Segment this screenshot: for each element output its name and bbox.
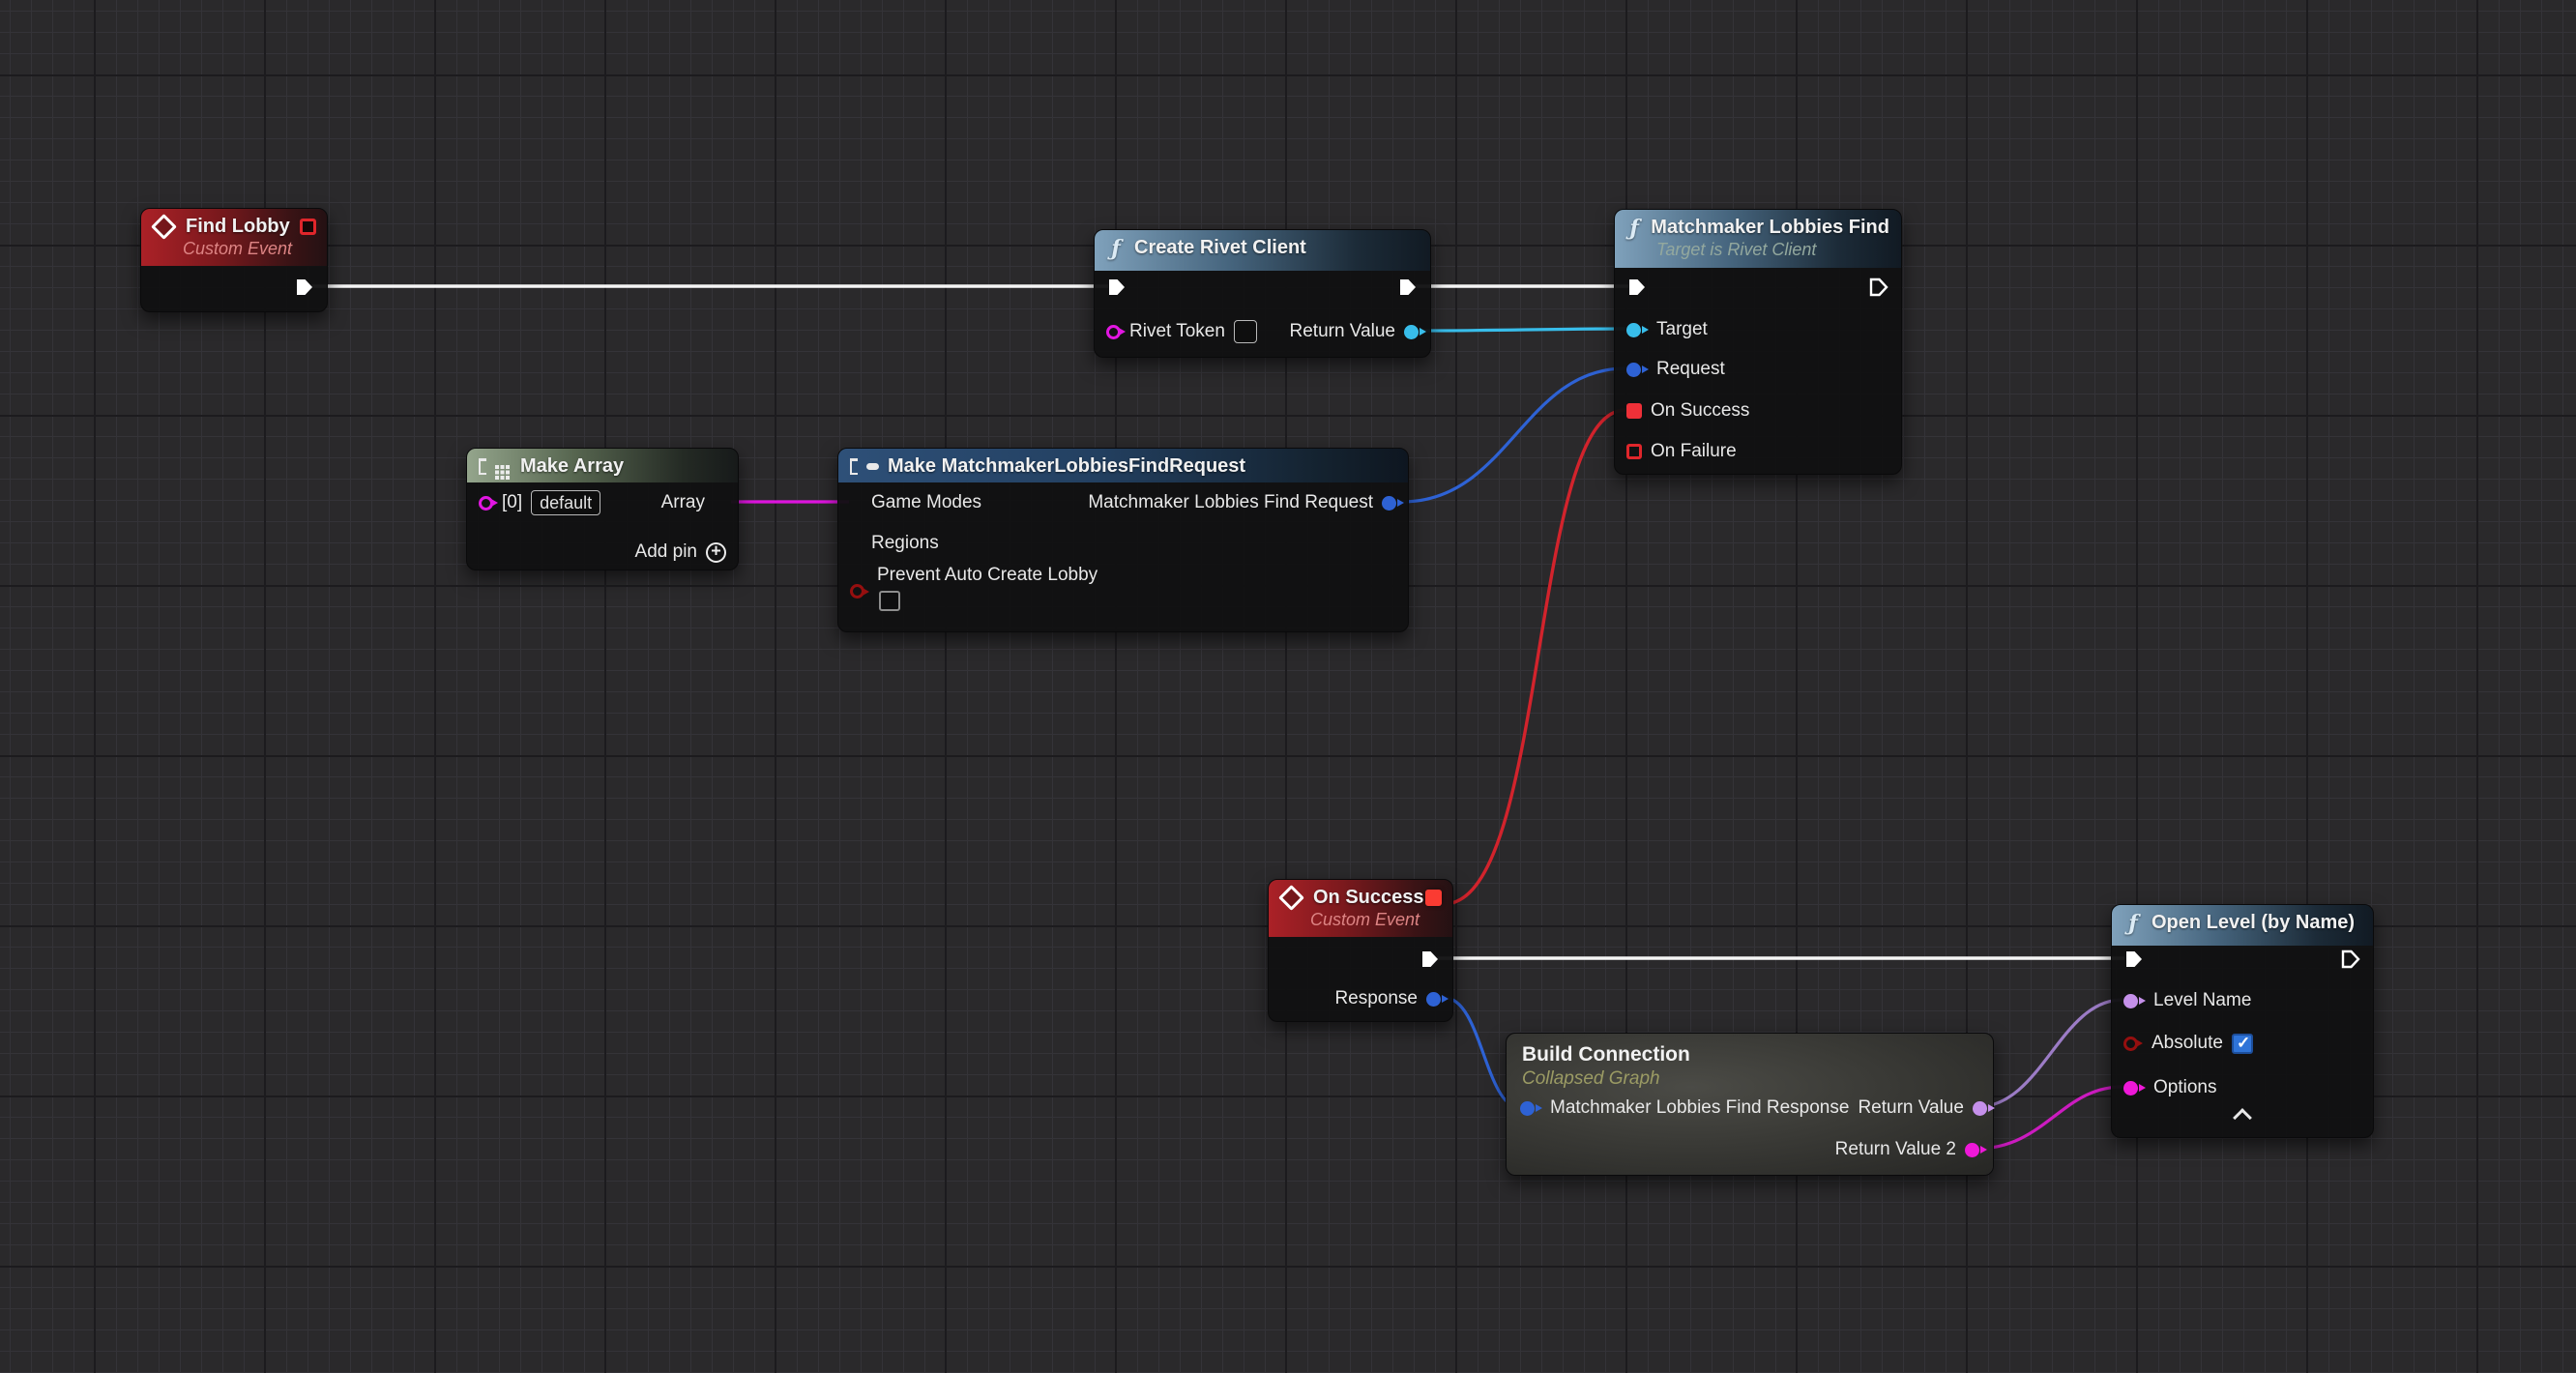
- options-pin[interactable]: [2123, 1081, 2138, 1095]
- wire-return-value-2-to-options[interactable]: [1976, 1087, 2122, 1149]
- custom-event-icon: [1278, 885, 1304, 911]
- array-element-0-input[interactable]: default: [531, 490, 600, 515]
- find-response-input-pin[interactable]: [1520, 1101, 1535, 1116]
- array-output-pin[interactable]: [714, 494, 726, 511]
- regions-pin[interactable]: [850, 535, 863, 552]
- pin-label: Response: [1334, 988, 1418, 1009]
- struct-pill-icon: [866, 463, 879, 470]
- pin-label: Regions: [871, 533, 939, 554]
- wire-return-value-to-target[interactable]: [1423, 329, 1625, 331]
- level-name-pin[interactable]: [2123, 994, 2138, 1008]
- node-title: Find Lobby: [186, 216, 290, 238]
- blueprint-graph-canvas[interactable]: Find Lobby Custom Event ƒ Create Rivet C…: [0, 0, 2576, 1373]
- exec-out-pin[interactable]: [1397, 277, 1419, 298]
- node-title: Build Connection: [1507, 1034, 1993, 1066]
- node-title: Create Rivet Client: [1134, 237, 1306, 259]
- struct-bracket-icon: [850, 458, 858, 475]
- node-subtitle: Collapsed Graph: [1507, 1066, 1993, 1090]
- rivet-token-pin[interactable]: [1106, 325, 1121, 339]
- absolute-pin[interactable]: [2123, 1037, 2138, 1051]
- prevent-auto-create-lobby-checkbox[interactable]: [879, 591, 900, 611]
- pin-label: Level Name: [2153, 990, 2251, 1011]
- node-build-connection[interactable]: Build Connection Collapsed Graph Matchma…: [1506, 1033, 1994, 1176]
- exec-in-pin[interactable]: [2123, 949, 2145, 970]
- node-on-success-event[interactable]: On Success Custom Event Response: [1268, 879, 1453, 1022]
- target-pin[interactable]: [1626, 323, 1641, 337]
- wire-on-success-delegate[interactable]: [1444, 410, 1625, 904]
- pin-label: Matchmaker Lobbies Find Request: [1088, 492, 1373, 513]
- pin-label: Array: [661, 492, 705, 513]
- pin-label: Prevent Auto Create Lobby: [877, 565, 1408, 586]
- add-pin-label: Add pin: [635, 541, 697, 563]
- return-value-pin[interactable]: [1404, 325, 1419, 339]
- find-request-output-pin[interactable]: [1382, 496, 1396, 511]
- node-find-lobby[interactable]: Find Lobby Custom Event: [140, 208, 328, 312]
- on-success-delegate-pin[interactable]: [1626, 403, 1642, 419]
- node-subtitle: Custom Event: [1310, 910, 1441, 930]
- node-make-array[interactable]: Make Array [0] default Array Add pin: [466, 448, 739, 570]
- rivet-token-input[interactable]: [1234, 320, 1257, 343]
- node-create-rivet-client[interactable]: ƒ Create Rivet Client Rivet Token Return…: [1094, 229, 1431, 358]
- request-pin[interactable]: [1626, 363, 1641, 377]
- response-pin[interactable]: [1426, 992, 1441, 1007]
- chevron-up-icon[interactable]: [2233, 1108, 2252, 1127]
- exec-in-pin[interactable]: [1626, 277, 1648, 298]
- array-element-0-pin[interactable]: [479, 496, 493, 511]
- pin-label: Request: [1656, 359, 1725, 380]
- pin-label: Absolute: [2152, 1033, 2223, 1054]
- delegate-output-pin[interactable]: [1425, 890, 1442, 906]
- pin-label: Matchmaker Lobbies Find Response: [1550, 1097, 1849, 1119]
- exec-out-pin[interactable]: [294, 277, 315, 298]
- pin-label: Return Value: [1858, 1097, 1964, 1119]
- node-open-level-by-name[interactable]: ƒ Open Level (by Name) Level Name Absolu…: [2111, 904, 2374, 1138]
- node-title: Make MatchmakerLobbiesFindRequest: [888, 455, 1245, 478]
- absolute-checkbox[interactable]: [2232, 1034, 2253, 1054]
- delegate-output-pin[interactable]: [300, 219, 316, 235]
- exec-in-pin[interactable]: [1106, 277, 1127, 298]
- function-icon: ƒ: [1626, 219, 1642, 237]
- pin-label: Return Value: [1290, 321, 1396, 342]
- array-grid-icon: [495, 465, 499, 469]
- pin-label: [0]: [502, 492, 522, 513]
- node-matchmaker-lobbies-find[interactable]: ƒ Matchmaker Lobbies Find Target is Rive…: [1614, 209, 1902, 475]
- pin-label: Options: [2153, 1077, 2216, 1098]
- return-value-pin[interactable]: [1973, 1101, 1987, 1116]
- on-failure-delegate-pin[interactable]: [1626, 444, 1642, 459]
- wire-layer: [0, 0, 2576, 1373]
- exec-out-pin[interactable]: [1420, 949, 1441, 970]
- return-value-2-pin[interactable]: [1965, 1143, 1979, 1157]
- prevent-auto-create-lobby-pin[interactable]: [850, 584, 864, 599]
- pin-label: Rivet Token: [1129, 321, 1225, 342]
- custom-event-icon: [151, 214, 177, 240]
- node-title: On Success: [1313, 887, 1424, 909]
- exec-out-pin[interactable]: [1868, 277, 1889, 298]
- pin-label: Game Modes: [871, 492, 981, 513]
- game-modes-pin[interactable]: [850, 494, 863, 511]
- add-pin-button[interactable]: [706, 542, 726, 563]
- node-subtitle: Target is Rivet Client: [1656, 240, 1889, 260]
- node-title: Make Array: [520, 455, 624, 478]
- pin-label: On Failure: [1651, 441, 1737, 462]
- array-bracket-icon: [479, 458, 486, 475]
- pin-label: Target: [1656, 319, 1708, 340]
- exec-out-pin[interactable]: [2340, 949, 2361, 970]
- node-make-matchmakerlobbiesfindrequest[interactable]: Make MatchmakerLobbiesFindRequest Game M…: [837, 448, 1409, 632]
- node-title: Matchmaker Lobbies Find: [1651, 217, 1889, 239]
- pin-label: On Success: [1651, 400, 1749, 422]
- function-icon: ƒ: [2123, 915, 2143, 932]
- function-icon: ƒ: [1106, 240, 1126, 257]
- node-subtitle: Custom Event: [183, 239, 315, 259]
- node-title: Open Level (by Name): [2152, 912, 2355, 934]
- pin-label: Return Value 2: [1835, 1139, 1956, 1160]
